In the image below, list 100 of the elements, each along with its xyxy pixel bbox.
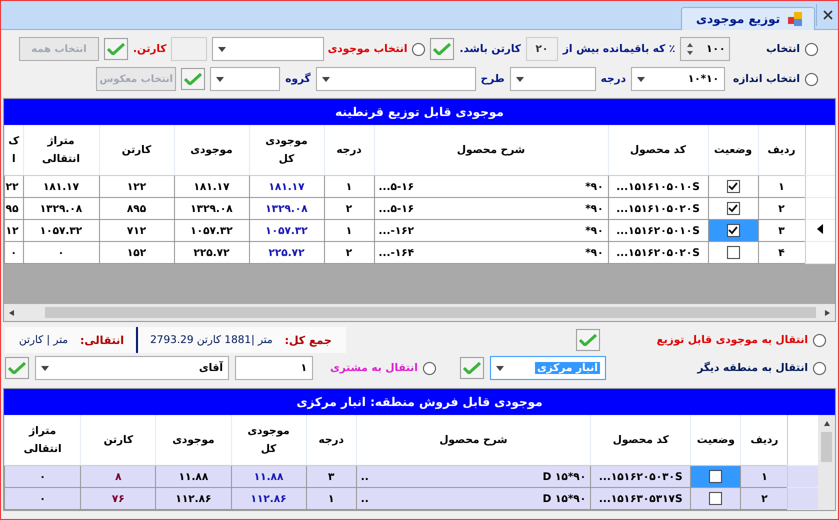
table-cell: ۱۸۱.۱۷: [174, 176, 249, 198]
checkbox[interactable]: [709, 492, 722, 505]
scroll-thumb[interactable]: [45, 307, 816, 318]
table-cell: ...-۱۶۴: [378, 246, 414, 258]
table-cell: ۱۲: [4, 220, 23, 242]
carton-label: کارتن باشد.: [459, 43, 521, 55]
table-cell: ۷۶: [80, 488, 156, 510]
table-cell: ۱۱۲.۸۶: [156, 488, 231, 510]
apply-button[interactable]: [5, 357, 29, 379]
caret-icon: [637, 76, 645, 82]
table-cell: ۱۰۵۷.۳۲: [249, 220, 324, 242]
column-header[interactable]: متراژ انتقالی: [23, 125, 99, 176]
column-header[interactable]: شرح محصول: [374, 125, 608, 176]
checkbox[interactable]: [726, 180, 740, 193]
status-cell[interactable]: [708, 176, 758, 198]
row-header-cell[interactable]: [805, 176, 835, 198]
table-cell: ...۱۵۱۶۱۰۵۰۱۰S: [608, 176, 708, 198]
table-cell: ..: [360, 492, 369, 504]
caret-icon: [516, 76, 524, 82]
table-cell: ۱۳۲۹.۰۸: [249, 198, 324, 220]
moved-label: انتقالی:: [80, 334, 124, 346]
stock-radio[interactable]: انتخاب موجودی: [329, 42, 426, 56]
window-tab[interactable]: توزیع موجودی: [681, 7, 816, 30]
checkbox[interactable]: [709, 470, 722, 483]
select-radio[interactable]: انتخاب: [735, 42, 818, 56]
apply-button[interactable]: [576, 329, 600, 351]
zone-radio[interactable]: انتقال به منطقه دیگر: [612, 362, 826, 374]
table-cell: ۸۹۵: [99, 198, 174, 220]
caret-icon: [216, 76, 224, 82]
grid-title: موجودی قابل فروش منطقه: انبار مرکزی: [4, 389, 835, 415]
table-cell: ...۵-۱۶: [378, 180, 414, 192]
table-cell: ۱۸۱.۱۷: [23, 176, 99, 198]
table-cell: D ۱۵*۹۰: [542, 470, 586, 482]
apply-button[interactable]: [181, 68, 206, 90]
row-pointer-cell[interactable]: [805, 220, 835, 242]
caret-icon: [218, 46, 226, 52]
checkbox[interactable]: [726, 224, 740, 237]
table-cell: ...۱۵۱۶۱۰۵۰۲۰S: [608, 198, 708, 220]
customer-dropdown[interactable]: آقای: [35, 356, 229, 380]
column-header[interactable]: ک ا: [4, 125, 23, 176]
percent-spinner[interactable]: ۱۰۰: [680, 37, 730, 61]
table-cell: ۰: [4, 488, 81, 510]
group-label: گروه: [285, 73, 311, 85]
status-cell[interactable]: [690, 466, 741, 488]
checkbox[interactable]: [726, 246, 740, 259]
table-cell: ۱۰۵۷.۳۲: [174, 220, 249, 242]
grid-title: موجودی قابل توزیع قرنطینه: [4, 99, 835, 125]
size-radio[interactable]: انتخاب اندازه: [730, 72, 818, 86]
column-header[interactable]: کارتن: [99, 125, 174, 176]
column-header[interactable]: ردیف: [758, 125, 805, 176]
column-header[interactable]: وضعیت: [708, 125, 758, 176]
squares-icon: [788, 12, 802, 26]
table-cell: ...-۱۶۲: [378, 224, 414, 236]
apply-button[interactable]: [460, 357, 484, 379]
column-header[interactable]: درجه: [324, 125, 374, 176]
stock-dropdown[interactable]: [212, 37, 324, 61]
distribution-radio[interactable]: انتقال به موجودی قابل توزیع: [606, 334, 826, 346]
vertical-scrollbar[interactable]: [818, 415, 835, 510]
table-cell: ۱۳۲۹.۰۸: [174, 198, 249, 220]
scroll-thumb[interactable]: [821, 432, 832, 462]
table-cell: ۲: [324, 198, 374, 220]
quantity-field[interactable]: ۱: [235, 356, 313, 380]
table-cell: *۹۰: [585, 180, 604, 192]
status-cell[interactable]: [708, 242, 758, 264]
table-cell: ۹۵: [4, 198, 23, 220]
table-cell: ۱۲۲: [99, 176, 174, 198]
size-dropdown[interactable]: ۱۰*۱۰: [631, 67, 725, 91]
table-cell: ..: [360, 470, 369, 482]
status-cell[interactable]: [708, 220, 758, 242]
table-cell: ۱۳۲۹.۰۸: [23, 198, 99, 220]
up-arrow-icon: [824, 420, 830, 426]
table-cell: ۲: [740, 488, 788, 510]
total-label: جمع کل:: [284, 334, 332, 346]
design-dropdown[interactable]: [316, 67, 476, 91]
group-dropdown[interactable]: [210, 67, 280, 91]
column-header[interactable]: کد محصول: [608, 125, 708, 176]
column-header[interactable]: موجودی: [174, 125, 249, 176]
carton-field[interactable]: ۲۰: [526, 37, 558, 61]
count-field[interactable]: [171, 37, 208, 61]
status-cell[interactable]: [708, 198, 758, 220]
status-cell[interactable]: [690, 488, 741, 510]
table-cell: D ۱۵*۹۰: [542, 492, 586, 504]
table-cell: ۲۲: [4, 176, 23, 198]
table-cell: ۱۱۲.۸۶: [231, 488, 306, 510]
apply-button[interactable]: [104, 38, 128, 60]
table-cell: *۹۰: [585, 224, 604, 236]
row-header-cell[interactable]: [788, 488, 818, 510]
unit-label: کارتن.: [133, 43, 166, 55]
horizontal-scrollbar[interactable]: [4, 304, 835, 321]
apply-button[interactable]: [430, 38, 454, 60]
column-header[interactable]: موجودی کل: [249, 125, 324, 176]
remaining-label: ٪ که باقیمانده بیش از: [562, 43, 676, 55]
pointer-icon: [817, 224, 824, 234]
row-header-cell[interactable]: [805, 198, 835, 220]
checkbox[interactable]: [726, 202, 740, 215]
grade-dropdown[interactable]: [510, 67, 596, 91]
table-cell: ۱: [324, 176, 374, 198]
table-cell: ۲: [758, 198, 805, 220]
table-cell: *۹۰: [585, 202, 604, 214]
caret-icon: [496, 366, 504, 370]
